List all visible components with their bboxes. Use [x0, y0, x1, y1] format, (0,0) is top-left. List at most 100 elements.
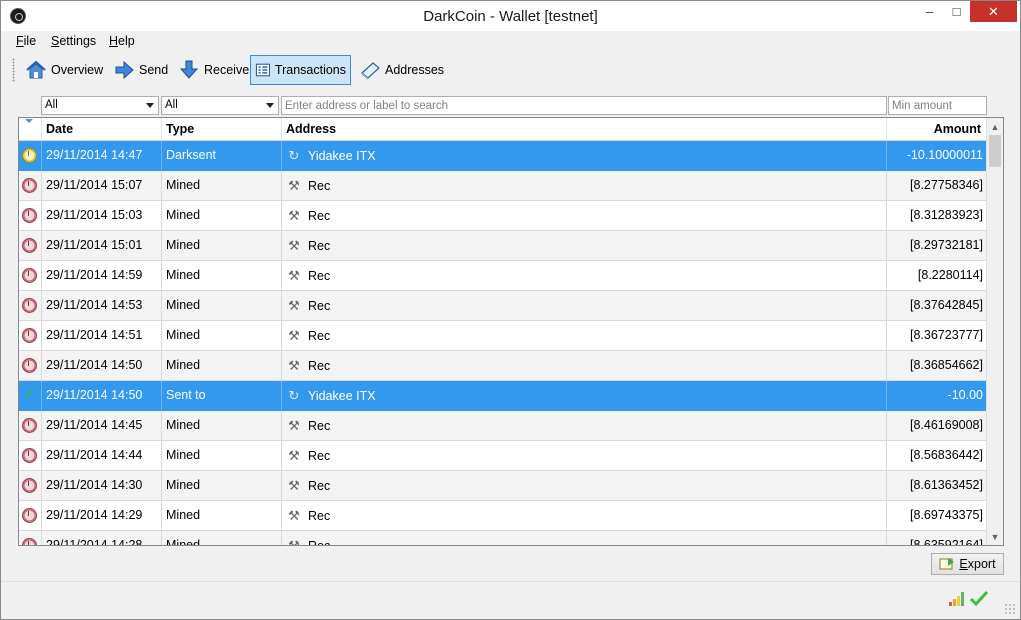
min-amount-input[interactable] — [888, 96, 987, 115]
address-label: Rec — [308, 539, 331, 546]
overview-button[interactable]: Overview — [21, 55, 107, 85]
table-row[interactable]: 29/11/2014 15:03 Mined ⚒ Rec [8.31283923] — [19, 201, 987, 231]
address-label: Rec — [308, 209, 331, 223]
table-row[interactable]: 29/11/2014 14:59 Mined ⚒ Rec [8.2280114] — [19, 261, 987, 291]
date-cell: 29/11/2014 14:47 — [42, 141, 162, 170]
menu-file[interactable]: File — [16, 34, 36, 48]
immature-clock-icon — [22, 418, 37, 433]
type-cell: Mined — [162, 501, 282, 530]
receive-button[interactable]: Receive — [174, 55, 253, 85]
table-row[interactable]: 29/11/2014 14:53 Mined ⚒ Rec [8.37642845] — [19, 291, 987, 321]
amount-cell: [8.37642845] — [910, 298, 983, 312]
date-cell: 29/11/2014 14:50 — [42, 381, 162, 410]
amount-cell: [8.29732181] — [910, 238, 983, 252]
status-cell — [19, 351, 42, 380]
table-row[interactable]: 29/11/2014 15:01 Mined ⚒ Rec [8.29732181] — [19, 231, 987, 261]
date-cell: 29/11/2014 14:28 — [42, 531, 162, 545]
status-cell — [19, 231, 42, 260]
address-label: Yidakee ITX — [308, 149, 376, 163]
date-column-header[interactable]: Date — [42, 118, 162, 140]
mining-pickaxe-icon: ⚒ — [288, 358, 300, 373]
table-row[interactable]: ✓ 29/11/2014 14:50 Sent to ↻ Yidakee ITX -10.… — [19, 381, 987, 411]
table-header: Date Type Address Amount — [19, 118, 987, 141]
date-cell: 29/11/2014 15:01 — [42, 231, 162, 260]
type-cell: Mined — [162, 231, 282, 260]
address-cell: ⚒ Rec — [282, 291, 887, 320]
table-row[interactable]: 29/11/2014 14:51 Mined ⚒ Rec [8.36723777] — [19, 321, 987, 351]
minimize-button[interactable]: – — [916, 1, 943, 22]
darksend-refresh-icon: ↻ — [288, 388, 300, 403]
status-cell — [19, 411, 42, 440]
immature-clock-icon — [22, 238, 37, 253]
mining-pickaxe-icon: ⚒ — [288, 328, 300, 343]
amount-cell: [8.27758346] — [910, 178, 983, 192]
address-label: Rec — [308, 329, 331, 343]
status-column-header[interactable] — [19, 118, 42, 140]
address-label: Rec — [308, 299, 331, 313]
table-row[interactable]: 29/11/2014 14:28 Mined ⚒ Rec [8.63592164] — [19, 531, 987, 546]
table-row[interactable]: 29/11/2014 14:45 Mined ⚒ Rec [8.46169008] — [19, 411, 987, 441]
mining-pickaxe-icon: ⚒ — [288, 208, 300, 223]
immature-clock-icon — [22, 478, 37, 493]
immature-clock-icon — [22, 508, 37, 523]
status-cell — [19, 261, 42, 290]
send-arrow-icon — [115, 60, 134, 80]
type-cell: Mined — [162, 171, 282, 200]
amount-cell: [8.36723777] — [910, 328, 983, 342]
status-cell — [19, 321, 42, 350]
table-row[interactable]: 29/11/2014 15:07 Mined ⚒ Rec [8.27758346] — [19, 171, 987, 201]
table-row[interactable]: 29/11/2014 14:50 Mined ⚒ Rec [8.36854662] — [19, 351, 987, 381]
table-row[interactable]: 29/11/2014 14:47 Darksent ↻ Yidakee ITX -10.… — [19, 141, 987, 171]
date-cell: 29/11/2014 14:50 — [42, 351, 162, 380]
transactions-button[interactable]: Transactions — [250, 55, 351, 85]
toolbar-grip[interactable] — [12, 58, 15, 82]
address-column-header[interactable]: Address — [282, 118, 887, 140]
address-book-icon — [361, 62, 380, 80]
addresses-button[interactable]: Addresses — [355, 55, 448, 85]
export-label: Export — [959, 557, 996, 571]
immature-clock-icon — [22, 178, 37, 193]
date-filter-select[interactable]: All — [41, 96, 159, 115]
table-row[interactable]: 29/11/2014 14:30 Mined ⚒ Rec [8.61363452] — [19, 471, 987, 501]
table-row[interactable]: 29/11/2014 14:29 Mined ⚒ Rec [8.69743375] — [19, 501, 987, 531]
address-cell: ⚒ Rec — [282, 501, 887, 530]
address-label: Rec — [308, 419, 331, 433]
mining-pickaxe-icon: ⚒ — [288, 508, 300, 523]
date-cell: 29/11/2014 14:51 — [42, 321, 162, 350]
menu-settings[interactable]: Settings — [51, 34, 96, 48]
address-label: Rec — [308, 479, 331, 493]
close-button[interactable]: ✕ — [970, 1, 1017, 22]
scroll-thumb[interactable] — [989, 135, 1001, 167]
scroll-up-button[interactable]: ▲ — [987, 118, 1003, 135]
menu-help[interactable]: Help — [109, 34, 135, 48]
amount-cell: [8.2280114] — [917, 268, 983, 282]
scroll-down-button[interactable]: ▼ — [987, 528, 1003, 545]
title-bar: DarkCoin - Wallet [testnet] – □ ✕ — [1, 1, 1020, 31]
send-button[interactable]: Send — [109, 55, 172, 85]
amount-cell: [8.31283923] — [910, 208, 983, 222]
main-window: DarkCoin - Wallet [testnet] – □ ✕ File S… — [0, 0, 1021, 620]
type-column-header[interactable]: Type — [162, 118, 282, 140]
type-cell: Darksent — [162, 141, 282, 170]
date-cell: 29/11/2014 15:07 — [42, 171, 162, 200]
status-cell — [19, 201, 42, 230]
type-cell: Mined — [162, 441, 282, 470]
vertical-scrollbar[interactable]: ▲ ▼ — [986, 118, 1003, 545]
table-row[interactable]: 29/11/2014 14:44 Mined ⚒ Rec [8.56836442] — [19, 441, 987, 471]
type-cell: Mined — [162, 291, 282, 320]
type-filter-select[interactable]: All — [161, 96, 279, 115]
address-label: Rec — [308, 509, 331, 523]
export-button[interactable]: Export — [931, 553, 1004, 575]
send-label: Send — [139, 63, 169, 77]
immature-clock-icon — [22, 448, 37, 463]
date-cell: 29/11/2014 14:29 — [42, 501, 162, 530]
chevron-down-icon — [266, 103, 274, 108]
amount-column-header[interactable]: Amount — [887, 118, 987, 140]
address-search-input[interactable] — [281, 96, 887, 115]
amount-cell: [8.63592164] — [910, 538, 983, 546]
overview-label: Overview — [51, 63, 104, 77]
maximize-button[interactable]: □ — [943, 1, 970, 22]
resize-grip[interactable] — [1004, 603, 1016, 615]
transactions-table[interactable]: Date Type Address Amount 29/11/2014 14:4… — [18, 117, 1004, 546]
date-cell: 29/11/2014 14:44 — [42, 441, 162, 470]
